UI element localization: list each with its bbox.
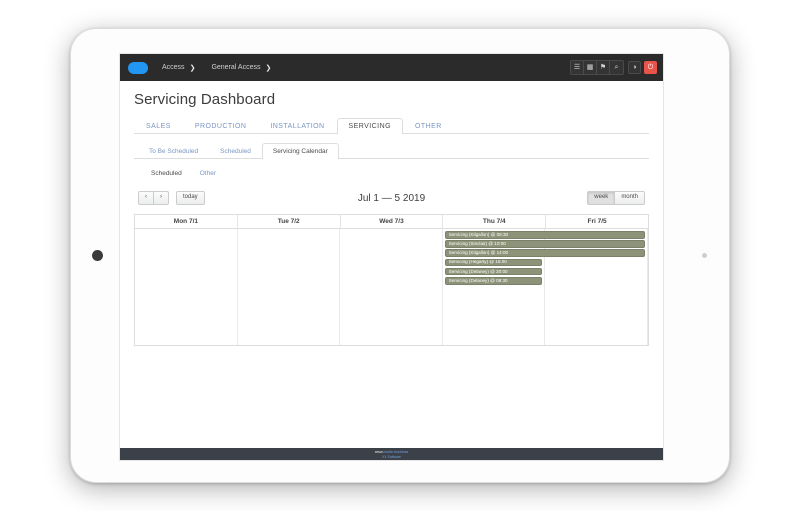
chevron-right-icon: ❯ bbox=[265, 64, 272, 72]
calendar-view-switcher: week month bbox=[587, 191, 645, 205]
tab-installation[interactable]: INSTALLATION bbox=[258, 118, 336, 134]
calendar-event[interactable]: Servicing (Delaney) @ 08:30 bbox=[444, 277, 543, 285]
calendar-today-button[interactable]: today bbox=[176, 191, 205, 205]
grid-view-icon[interactable]: ▦ bbox=[584, 61, 597, 74]
calendar-day-header-mon: Mon 7/1 bbox=[135, 215, 238, 228]
calendar-next-button[interactable]: › bbox=[154, 191, 169, 205]
calendar-view-week-button[interactable]: week bbox=[587, 191, 616, 205]
calendar-prev-button[interactable]: ‹ bbox=[138, 191, 154, 205]
cloud-logo-icon[interactable] bbox=[128, 61, 148, 74]
search-icon[interactable]: ⌕ bbox=[610, 61, 623, 74]
breadcrumb-item-access[interactable]: Access ❯ bbox=[162, 64, 195, 72]
calendar-day-header-thu: Thu 7/4 bbox=[443, 215, 547, 228]
calendar-view-group: week month bbox=[587, 191, 645, 205]
calendar-day-header-wed: Wed 7/3 bbox=[341, 215, 444, 228]
calendar-day-header-tue: Tue 7/2 bbox=[238, 215, 341, 228]
tab-other[interactable]: OTHER bbox=[403, 118, 454, 134]
list-view-icon[interactable]: ☰ bbox=[571, 61, 584, 74]
secondary-tabs: To Be Scheduled Scheduled Servicing Cale… bbox=[134, 142, 649, 159]
screenshot-stage: Access ❯ General Access ❯ ☰ ▦ ⚑ ⌕ ◑ ⏻ Se… bbox=[0, 0, 800, 511]
calendar-nav-group: ‹ › bbox=[138, 191, 169, 205]
tablet-device-frame: Access ❯ General Access ❯ ☰ ▦ ⚑ ⌕ ◑ ⏻ Se… bbox=[70, 28, 730, 483]
navbar-icon-group: ☰ ▦ ⚑ ⌕ bbox=[570, 60, 624, 75]
pin-icon[interactable]: ⚑ bbox=[597, 61, 610, 74]
calendar-header-row: Mon 7/1 Tue 7/2 Wed 7/3 Thu 7/4 Fri 7/5 bbox=[135, 214, 648, 229]
app-footer: www.oosite.business XX Software bbox=[120, 448, 663, 460]
tab-servicing-calendar[interactable]: Servicing Calendar bbox=[261, 143, 339, 159]
tab-scheduled-filter[interactable]: Scheduled bbox=[142, 167, 191, 180]
breadcrumb-label: General Access bbox=[211, 64, 261, 71]
device-camera-icon bbox=[702, 253, 707, 258]
navbar-actions: ☰ ▦ ⚑ ⌕ ◑ ⏻ bbox=[570, 60, 657, 75]
calendar-grid: Mon 7/1 Tue 7/2 Wed 7/3 Thu 7/4 Fri 7/5 … bbox=[134, 214, 649, 346]
tab-sales[interactable]: SALES bbox=[134, 118, 183, 134]
tab-servicing[interactable]: SERVICING bbox=[336, 118, 403, 134]
tertiary-tabs: Scheduled Other bbox=[134, 167, 649, 180]
chevron-right-icon: ❯ bbox=[189, 64, 196, 72]
calendar-title: Jul 1 — 5 2019 bbox=[357, 192, 426, 204]
page-title: Servicing Dashboard bbox=[134, 91, 276, 108]
contrast-icon[interactable]: ◑ bbox=[628, 61, 641, 74]
calendar-toolbar: ‹ › today Jul 1 — 5 2019 week month bbox=[134, 190, 649, 206]
footer-url-brand: oosite bbox=[383, 450, 393, 454]
primary-tabs: SALES PRODUCTION INSTALLATION SERVICING … bbox=[134, 117, 649, 134]
calendar-event[interactable]: Servicing (Kilgallon) @ 14:00 bbox=[444, 249, 645, 257]
tab-production[interactable]: PRODUCTION bbox=[183, 118, 259, 134]
page-content: Servicing Dashboard SALES PRODUCTION INS… bbox=[120, 81, 663, 448]
device-home-button[interactable] bbox=[92, 250, 103, 261]
footer-software-label[interactable]: XX Software bbox=[382, 455, 401, 459]
footer-url-suffix: .business bbox=[393, 450, 409, 454]
tablet-screen: Access ❯ General Access ❯ ☰ ▦ ⚑ ⌕ ◑ ⏻ Se… bbox=[119, 53, 664, 461]
calendar-event[interactable]: Servicing (Sinclair) @ 10:00 bbox=[444, 240, 645, 248]
calendar-events-layer: Servicing (Kilgallon) @ 08:30 Servicing (… bbox=[135, 229, 648, 345]
breadcrumb-item-general-access[interactable]: General Access ❯ bbox=[211, 64, 271, 72]
tab-scheduled[interactable]: Scheduled bbox=[209, 143, 262, 159]
calendar-view-month-button[interactable]: month bbox=[615, 191, 645, 205]
tab-to-be-scheduled[interactable]: To Be Scheduled bbox=[138, 143, 209, 159]
power-icon[interactable]: ⏻ bbox=[644, 61, 657, 74]
calendar-body: Servicing (Kilgallon) @ 08:30 Servicing (… bbox=[135, 229, 648, 345]
app-navbar: Access ❯ General Access ❯ ☰ ▦ ⚑ ⌕ ◑ ⏻ bbox=[120, 54, 663, 81]
calendar-event[interactable]: Servicing (Delaney) @ 20:00 bbox=[444, 267, 543, 276]
breadcrumb-label: Access bbox=[162, 64, 185, 71]
calendar-day-header-fri: Fri 7/5 bbox=[587, 218, 607, 225]
calendar-event[interactable]: Servicing (Hegarty) @ 15:00 bbox=[444, 258, 543, 267]
calendar-event[interactable]: Servicing (Kilgallon) @ 08:30 bbox=[444, 231, 645, 239]
tab-other-filter[interactable]: Other bbox=[191, 167, 225, 180]
